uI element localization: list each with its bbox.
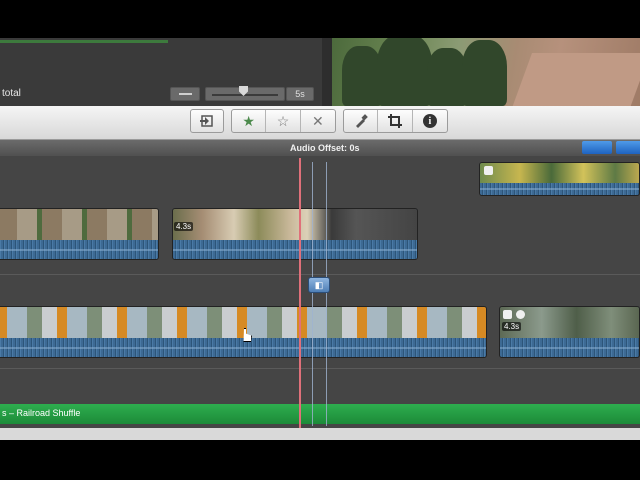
view-toggle-button[interactable] bbox=[616, 141, 640, 154]
clip-thumbnails bbox=[0, 307, 486, 338]
viewer-tree bbox=[377, 38, 432, 106]
filled-star-icon: ★ bbox=[242, 112, 255, 129]
video-clip[interactable] bbox=[172, 208, 418, 260]
clip-duration-badge: 4.3s bbox=[502, 322, 522, 331]
viewer-tree bbox=[462, 40, 507, 106]
tools-button-group: i bbox=[343, 109, 448, 133]
import-button[interactable] bbox=[190, 109, 224, 133]
clip-camera-icon bbox=[484, 166, 493, 175]
import-icon bbox=[200, 115, 213, 127]
crop-icon bbox=[388, 114, 403, 128]
view-toggle-button[interactable] bbox=[582, 141, 612, 154]
audio-offset-label: Audio Offset: 0s bbox=[290, 143, 360, 153]
music-track-label: s – Railroad Shuffle bbox=[2, 408, 81, 418]
zoom-value: 5s bbox=[286, 87, 314, 101]
clip-thumbnails bbox=[173, 209, 417, 240]
video-clip[interactable] bbox=[0, 306, 487, 358]
reject-button[interactable]: ✕ bbox=[301, 110, 335, 132]
x-icon: ✕ bbox=[311, 112, 324, 129]
clip-thumbnails bbox=[480, 163, 639, 183]
clip-waveform bbox=[500, 338, 639, 357]
transition-icon[interactable]: ◧ bbox=[308, 277, 330, 293]
lane-divider bbox=[0, 368, 640, 369]
info-button[interactable]: i bbox=[413, 110, 447, 132]
clip-waveform bbox=[173, 240, 417, 259]
clip-waveform bbox=[0, 338, 486, 357]
video-clip[interactable] bbox=[479, 162, 640, 196]
clip-audio-icon bbox=[516, 310, 525, 319]
clip-waveform bbox=[480, 182, 639, 195]
clip-camera-icon bbox=[503, 310, 512, 319]
rating-button-group: ★ ☆ ✕ bbox=[231, 109, 336, 133]
favorite-button[interactable]: ★ bbox=[232, 110, 267, 132]
bottom-strip bbox=[0, 428, 640, 440]
zoom-icon[interactable] bbox=[170, 87, 200, 101]
crop-button[interactable] bbox=[378, 110, 413, 132]
unfavorite-button[interactable]: ☆ bbox=[266, 110, 301, 132]
music-track[interactable] bbox=[0, 404, 640, 424]
video-viewer bbox=[332, 38, 640, 106]
clip-waveform bbox=[0, 240, 158, 259]
clip-duration-badge: 4.3s bbox=[174, 222, 194, 231]
info-icon: i bbox=[422, 114, 437, 128]
viewer-rock bbox=[511, 53, 640, 106]
edit-guide-line bbox=[312, 162, 313, 426]
outline-star-icon: ☆ bbox=[276, 112, 290, 129]
viewer-tree bbox=[427, 48, 467, 106]
keyword-button[interactable] bbox=[344, 110, 379, 132]
brush-icon bbox=[355, 114, 368, 128]
edit-guide-line bbox=[326, 162, 327, 426]
clip-thumbnails bbox=[0, 209, 158, 240]
playhead[interactable] bbox=[299, 158, 301, 428]
lane-divider bbox=[0, 274, 640, 275]
project-progress-line bbox=[0, 40, 168, 43]
total-label: total bbox=[2, 88, 21, 99]
video-clip[interactable] bbox=[0, 208, 159, 260]
panel-divider[interactable] bbox=[322, 38, 332, 108]
viewer-tree bbox=[342, 46, 382, 106]
